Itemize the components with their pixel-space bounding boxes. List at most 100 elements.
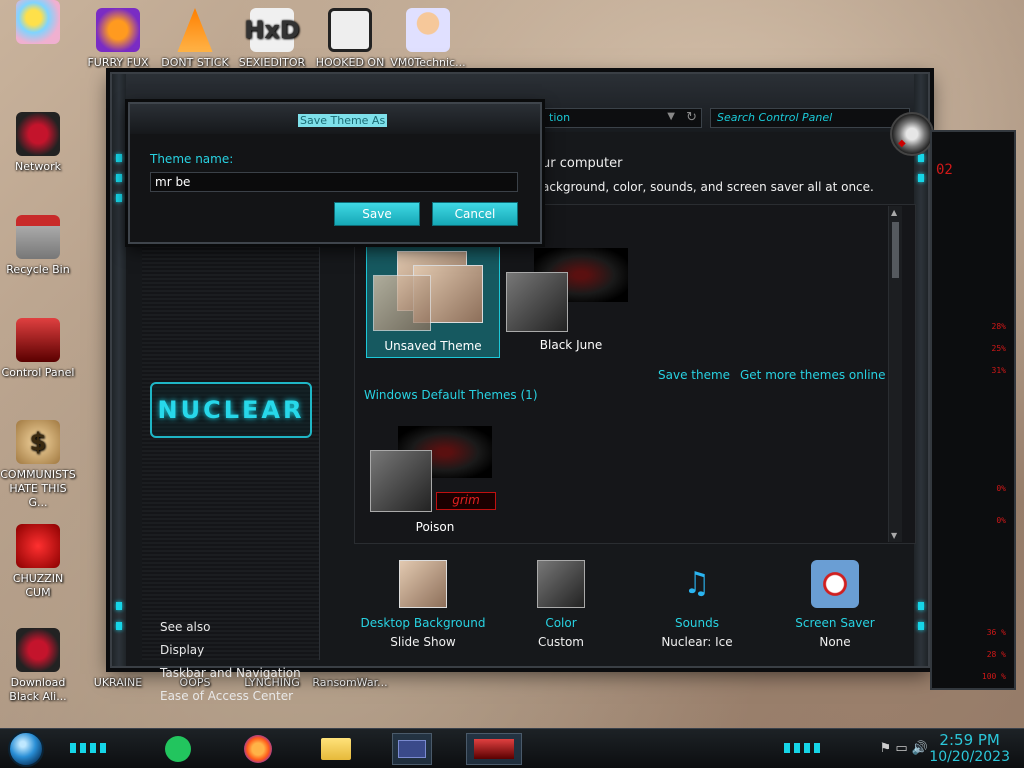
- edge-light: [918, 622, 924, 630]
- furry-fux-icon[interactable]: FURRY FUX: [80, 8, 156, 70]
- clock[interactable]: 2:59 PM 10/20/2023: [929, 731, 1010, 765]
- alienware-logo-icon: [890, 112, 934, 156]
- icon-label: Recycle Bin: [6, 263, 70, 276]
- gadget-percent: 28 %: [986, 650, 1006, 659]
- search-input[interactable]: Search Control Panel: [710, 108, 910, 128]
- icon-label: CHUZZIN CUM: [12, 572, 64, 599]
- sexieditor-icon[interactable]: HxD SEXIEDITOR: [234, 8, 310, 70]
- screen-saver-title: Screen Saver: [795, 616, 875, 630]
- edge-light: [918, 174, 924, 182]
- color-item[interactable]: Color Custom: [496, 560, 626, 649]
- action-center-icon[interactable]: ⚑: [880, 741, 892, 756]
- sounds-title: Sounds: [674, 616, 720, 630]
- color-swatch-icon: [537, 560, 585, 608]
- icon-label: FURRY FUX: [87, 56, 149, 69]
- ease-of-access-link[interactable]: Ease of Access Center: [160, 689, 293, 703]
- chuzzle-icon: [16, 524, 60, 568]
- start-button[interactable]: [8, 731, 44, 767]
- help-icon[interactable]: ◆: [898, 138, 906, 149]
- scroll-down-icon[interactable]: ▼: [891, 531, 897, 540]
- cancel-button[interactable]: Cancel: [432, 202, 518, 226]
- address-text: tion: [549, 111, 571, 124]
- icon-label: COMMUNISTS HATE THIS G...: [0, 468, 76, 509]
- recycle-bin-icon[interactable]: Recycle Bin: [0, 215, 76, 277]
- network-globe-icon: [16, 112, 60, 156]
- download-black-alien-icon[interactable]: Download Black Ali...: [0, 628, 76, 704]
- theme-preview-image: [373, 275, 431, 331]
- refresh-icon[interactable]: ↻: [686, 110, 697, 125]
- gadget-percent: 31%: [991, 366, 1006, 375]
- system-tray[interactable]: ⚑ ▭ 🔊: [880, 741, 928, 756]
- icon-label: UKRAINE: [93, 676, 143, 689]
- black-june-theme-card[interactable]: Black June: [504, 244, 638, 358]
- page-description: ackground, color, sounds, and screen sav…: [542, 180, 874, 194]
- dialog-title: Save Theme As: [298, 114, 388, 127]
- chevron-down-icon[interactable]: ▼: [667, 111, 675, 122]
- ukraine-icon[interactable]: UKRAINE: [80, 676, 156, 690]
- save-theme-link[interactable]: Save theme: [658, 368, 730, 382]
- address-bar[interactable]: tion ▼ ↻: [542, 108, 702, 128]
- gadget-percent: 28%: [991, 322, 1006, 331]
- taskbar-decoration: [70, 743, 106, 753]
- hxd-icon: HxD: [244, 8, 300, 52]
- poison-theme-card[interactable]: grim Poison: [368, 424, 502, 536]
- theme-label: Unsaved Theme: [384, 339, 482, 353]
- page-title: ur computer: [542, 156, 623, 171]
- display-link[interactable]: Display: [160, 643, 204, 657]
- scroll-thumb[interactable]: [892, 222, 899, 278]
- trash-can-icon: [16, 215, 60, 259]
- edge-light: [116, 174, 122, 182]
- control-panel-icon[interactable]: Control Panel: [0, 318, 76, 380]
- hooked-on-icon[interactable]: HOOKED ON: [312, 8, 388, 70]
- gadget-percent: 36 %: [986, 628, 1006, 637]
- save-theme-dialog: Save Theme As Theme name: mr be Save Can…: [128, 102, 542, 244]
- vlc-cone-icon: [177, 8, 213, 52]
- sounds-item[interactable]: ♫ Sounds Nuclear: Ice: [632, 560, 762, 649]
- media-icon[interactable]: [392, 733, 432, 765]
- star-character-icon[interactable]: [0, 0, 76, 48]
- clock-date: 10/20/2023: [929, 749, 1010, 765]
- icon-label: Control Panel: [1, 366, 75, 379]
- icon-label: RansomWar...: [312, 676, 388, 689]
- icon-label: Download Black Ali...: [9, 676, 67, 703]
- edge-light: [116, 602, 122, 610]
- communists-icon[interactable]: $ COMMUNISTS HATE THIS G...: [0, 420, 76, 510]
- clock-time: 2:59 PM: [939, 731, 1000, 749]
- window-right-edge: [914, 74, 928, 666]
- theme-list-scrollbar[interactable]: ▲ ▼: [888, 206, 902, 542]
- vm0technic-icon[interactable]: VM0Technic...: [390, 8, 466, 70]
- color-title: Color: [545, 616, 577, 630]
- screen-saver-icon: [811, 560, 859, 608]
- save-button[interactable]: Save: [334, 202, 420, 226]
- theme-name-input[interactable]: mr be: [150, 172, 518, 192]
- dont-stick-icon[interactable]: DONT STICK: [157, 8, 233, 70]
- scroll-up-icon[interactable]: ▲: [891, 208, 897, 217]
- hook-app-icon: [328, 8, 372, 52]
- file-explorer-icon[interactable]: [316, 733, 356, 765]
- network-icon[interactable]: Network: [0, 112, 76, 174]
- desktop-background-item[interactable]: Desktop Background Slide Show: [358, 560, 488, 649]
- volume-icon[interactable]: 🔊: [912, 741, 928, 756]
- get-more-themes-link[interactable]: Get more themes online: [740, 368, 886, 382]
- gadget-top-readout: 02: [936, 162, 953, 178]
- spotify-icon[interactable]: [158, 733, 198, 765]
- ransomware-icon[interactable]: RansomWar...: [312, 676, 388, 690]
- technician-icon: [406, 8, 450, 52]
- control-panel-taskbar-icon[interactable]: [466, 733, 522, 765]
- control-panel-image: [16, 318, 60, 362]
- color-value: Custom: [538, 635, 584, 649]
- theme-label: Black June: [539, 338, 603, 352]
- icon-label: SEXIEDITOR: [238, 56, 306, 69]
- taskbar-navigation-link[interactable]: Taskbar and Navigation: [160, 666, 301, 680]
- screen-saver-item[interactable]: Screen Saver None: [770, 560, 900, 649]
- edge-light: [918, 602, 924, 610]
- firefox-icon[interactable]: [238, 733, 278, 765]
- gadget-percent: 0%: [996, 484, 1006, 493]
- edge-light: [116, 622, 122, 630]
- desktop-background-value: Slide Show: [390, 635, 456, 649]
- network-tray-icon[interactable]: ▭: [895, 741, 907, 756]
- star-character-image: [16, 0, 60, 44]
- unsaved-theme-card[interactable]: Unsaved Theme: [366, 240, 500, 358]
- chuzzin-icon[interactable]: CHUZZIN CUM: [0, 524, 76, 600]
- sounds-value: Nuclear: Ice: [661, 635, 733, 649]
